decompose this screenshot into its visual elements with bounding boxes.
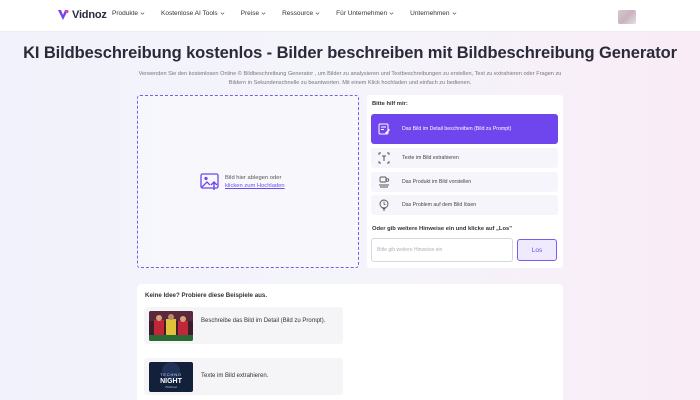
main-menu: Produkte Kostenlose AI Tools Preise Ress… xyxy=(112,10,473,17)
menu-label: Kostenlose AI Tools xyxy=(161,10,218,17)
user-avatar[interactable] xyxy=(618,10,636,24)
chevron-down-icon xyxy=(315,12,320,15)
menu-preise[interactable]: Preise xyxy=(241,10,266,17)
poster-line-3: Festival xyxy=(164,385,176,389)
page-description: Verwenden Sie den kostenlosen Online © B… xyxy=(138,71,562,86)
los-button[interactable]: Los xyxy=(517,239,557,261)
option-label: Das Problem auf dem Bild lösen xyxy=(402,202,477,208)
chevron-down-icon xyxy=(389,12,394,15)
poster-line-2: NIGHT xyxy=(160,378,183,385)
product-icon xyxy=(379,176,390,188)
menu-fuer-unternehmen[interactable]: Für Unternehmen xyxy=(336,10,394,17)
menu-label: Unternehmen xyxy=(410,10,450,17)
menu-unternehmen[interactable]: Unternehmen xyxy=(410,10,456,17)
image-upload-dropzone[interactable]: Bild hier ablegen oder klicken zum Hochl… xyxy=(137,95,359,268)
upload-click-link[interactable]: klicken zum Hochladen xyxy=(225,182,285,190)
example-card-extract[interactable]: TECHNO NIGHT Festival Texte im Bild extr… xyxy=(144,358,343,395)
menu-label: Preise xyxy=(240,10,260,17)
option-introduce-product[interactable]: Das Produkt im Bild vorstellen xyxy=(371,172,558,192)
image-upload-icon xyxy=(200,173,219,190)
menu-produkte[interactable]: Produkte xyxy=(112,10,145,17)
option-describe-image[interactable]: Das Bild im Detail beschreiben (Bild zu … xyxy=(371,114,558,144)
chevron-down-icon xyxy=(220,12,225,15)
poster-line-1: TECHNO xyxy=(160,372,182,377)
menu-ressource[interactable]: Ressource xyxy=(282,10,320,17)
menu-label: Für Unternehmen xyxy=(336,10,388,17)
example-text: Beschreibe das Bild im Detail (Bild zu P… xyxy=(201,318,326,324)
hint-input[interactable] xyxy=(371,238,513,262)
chevron-down-icon xyxy=(140,12,145,15)
image-edit-icon xyxy=(378,123,390,135)
vidnoz-logo[interactable]: Vidnoz xyxy=(57,9,107,21)
example-text: Texte im Bild extrahieren. xyxy=(201,373,269,379)
examples-heading: Keine Idee? Probiere diese Beispiele aus… xyxy=(145,292,268,299)
option-solve-problem[interactable]: Das Problem auf dem Bild lösen xyxy=(371,195,558,215)
text-scan-icon xyxy=(378,152,390,164)
chevron-down-icon xyxy=(452,12,456,15)
example-card-describe[interactable]: Beschreibe das Bild im Detail (Bild zu P… xyxy=(144,307,343,344)
option-extract-text[interactable]: Texte im Bild extrahieren xyxy=(371,148,558,168)
panel-heading: Bitte hilf mir: xyxy=(372,101,408,107)
page-title: KI Bildbeschreibung kostenlos - Bilder b… xyxy=(23,44,677,62)
vidnoz-logo-icon xyxy=(58,9,69,20)
option-label: Texte im Bild extrahieren xyxy=(402,155,459,161)
upload-prompt: Bild hier ablegen oder klicken zum Hochl… xyxy=(200,173,285,191)
prompt-panel: Bitte hilf mir: Das Bild im Detail besch… xyxy=(367,95,563,268)
menu-label: Ressource xyxy=(282,10,314,17)
upload-instruction: Bild hier ablegen oder xyxy=(225,175,282,181)
menu-kostenlose-ai-tools[interactable]: Kostenlose AI Tools xyxy=(161,10,225,17)
upload-text-block: Bild hier ablegen oder klicken zum Hochl… xyxy=(225,174,285,190)
bulb-icon xyxy=(379,199,389,211)
option-label: Das Bild im Detail beschreiben (Bild zu … xyxy=(402,126,512,132)
menu-label: Produkte xyxy=(112,10,139,17)
soccer-players-image xyxy=(149,311,193,341)
option-label: Das Produkt im Bild vorstellen xyxy=(402,179,472,185)
hint-label: Oder gib weitere Hinweise ein und klicke… xyxy=(372,226,512,232)
examples-section: Keine Idee? Probiere diese Beispiele aus… xyxy=(137,284,563,400)
logo-text: Vidnoz xyxy=(72,9,107,21)
example-thumbnail-techno: TECHNO NIGHT Festival xyxy=(149,362,193,392)
chevron-down-icon xyxy=(261,12,266,15)
example-thumbnail-soccer xyxy=(149,311,193,341)
techno-night-poster: TECHNO NIGHT Festival xyxy=(149,362,193,392)
top-navbar: Vidnoz Produkte Kostenlose AI Tools Prei… xyxy=(0,0,700,32)
